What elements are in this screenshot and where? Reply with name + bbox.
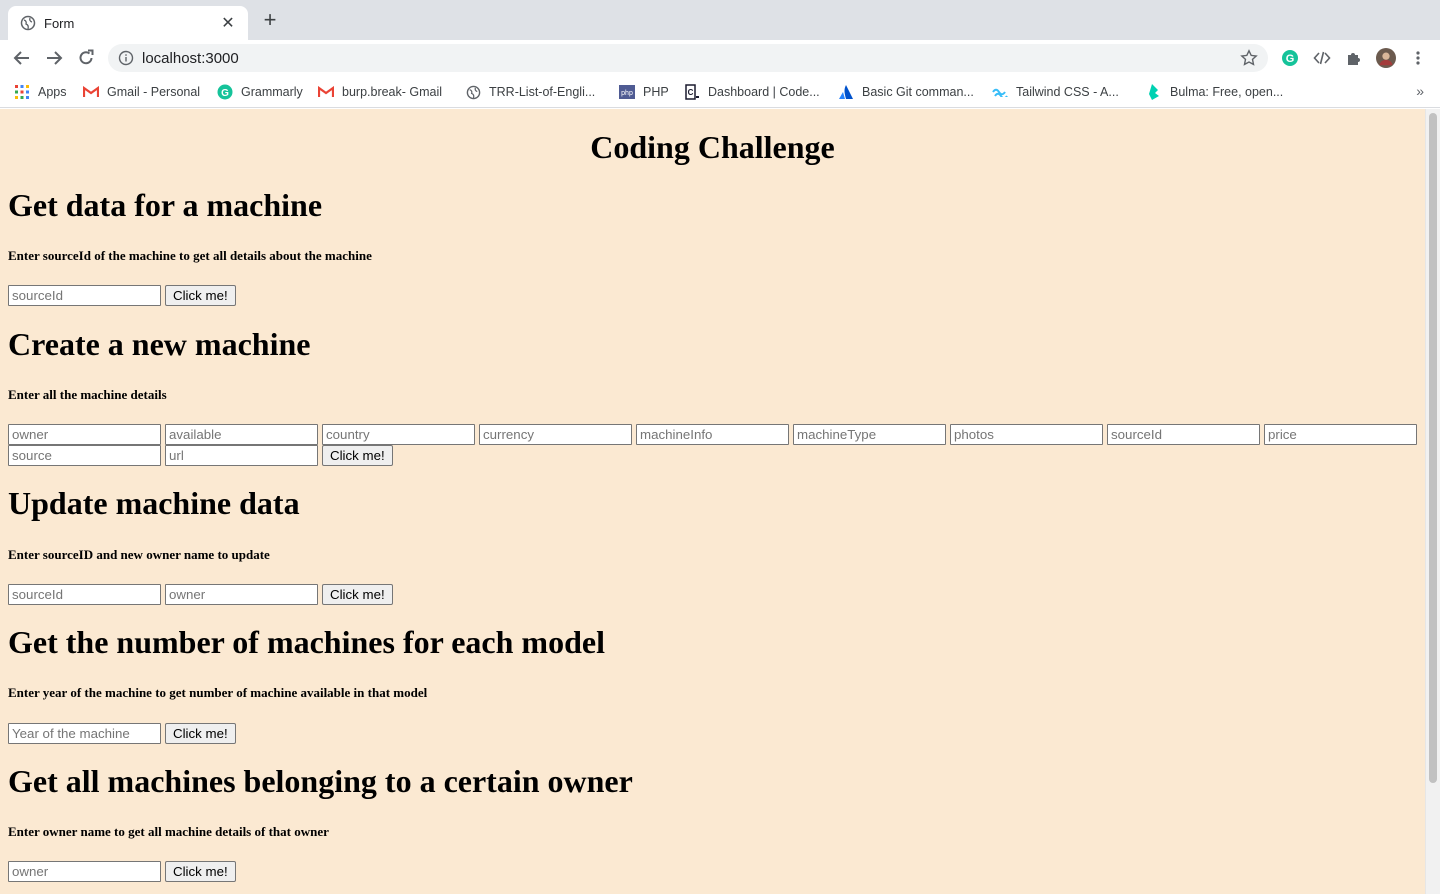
tab-title: Form <box>44 15 75 31</box>
currency-input[interactable] <box>479 424 632 445</box>
machinetype-input[interactable] <box>793 424 946 445</box>
gmail-icon <box>318 84 334 100</box>
machineinfo-input[interactable] <box>636 424 789 445</box>
get-machine-button[interactable]: Click me! <box>165 285 236 306</box>
browser-toolbar: localhost:3000 G <box>0 40 1440 76</box>
svg-text:php: php <box>621 90 633 97</box>
year-input[interactable] <box>8 723 161 744</box>
machines-by-owner-button[interactable]: Click me! <box>165 861 236 882</box>
gmail-icon <box>83 84 99 100</box>
update-machine-form: Click me! <box>8 584 393 605</box>
atlassian-icon <box>838 84 854 100</box>
apps-grid-icon <box>14 84 30 100</box>
bookmark-tailwind[interactable]: Tailwind CSS - A... <box>992 84 1119 100</box>
country-input[interactable] <box>322 424 475 445</box>
get-machine-form: Click me! <box>8 285 236 306</box>
svg-text:G: G <box>221 88 229 99</box>
browser-tab[interactable]: Form ✕ <box>8 6 248 40</box>
section-description-machines-per-model: Enter year of the machine to get number … <box>8 685 428 700</box>
price-input[interactable] <box>1264 424 1417 445</box>
available-input[interactable] <box>165 424 318 445</box>
bookmark-label: burp.break- Gmail <box>342 85 443 99</box>
section-heading-machines-by-owner: Get all machines belonging to a certain … <box>8 763 633 799</box>
svg-text:C: C <box>688 88 694 97</box>
create-machine-form-row-2: Click me! <box>8 445 393 466</box>
globe-icon <box>20 15 36 31</box>
url-input[interactable] <box>165 445 318 466</box>
php-icon: php <box>619 84 635 100</box>
owner-input[interactable] <box>8 424 161 445</box>
bookmark-bulma[interactable]: Bulma: Free, open... <box>1146 84 1283 100</box>
page-viewport: Coding Challenge Get data for a machine … <box>0 109 1425 894</box>
machines-per-model-button[interactable]: Click me! <box>165 723 236 744</box>
back-icon[interactable] <box>12 48 32 68</box>
browser-menu-icon[interactable] <box>1408 48 1428 68</box>
bookmark-burp-break-gmail[interactable]: burp.break- Gmail <box>318 84 442 100</box>
code-icon: C <box>684 84 700 100</box>
machines-per-model-form: Click me! <box>8 723 236 744</box>
bookmark-dashboard-code[interactable]: C Dashboard | Code... <box>684 84 820 100</box>
forward-icon[interactable] <box>44 48 64 68</box>
bookmark-gmail-personal[interactable]: Gmail - Personal <box>83 84 200 100</box>
bookmark-grammarly[interactable]: G Grammarly <box>217 84 303 100</box>
bookmark-php[interactable]: php PHP <box>619 84 669 100</box>
bookmark-label: Apps <box>38 85 67 99</box>
bookmark-apps[interactable]: Apps <box>14 84 67 100</box>
create-machine-form-row-1 <box>8 424 1417 445</box>
section-heading-get-machine: Get data for a machine <box>8 187 323 223</box>
create-machine-button[interactable]: Click me! <box>322 445 393 466</box>
bookmarks-overflow-icon[interactable]: » <box>1416 83 1424 99</box>
bookmark-trr-list[interactable]: TRR-List-of-Engli... <box>465 84 595 100</box>
tab-strip: Form ✕ + <box>0 0 1440 40</box>
extensions-puzzle-icon[interactable] <box>1344 48 1364 68</box>
reload-icon[interactable] <box>76 48 96 68</box>
bookmark-label: PHP <box>643 85 669 99</box>
profile-avatar[interactable] <box>1376 48 1396 68</box>
section-heading-create-machine: Create a new machine <box>8 326 311 362</box>
source-input[interactable] <box>8 445 161 466</box>
section-heading-update-machine: Update machine data <box>8 485 300 521</box>
bookmark-label: Dashboard | Code... <box>708 85 820 99</box>
owner-input[interactable] <box>165 584 318 605</box>
page-scrollbar[interactable] <box>1425 109 1440 894</box>
photos-input[interactable] <box>950 424 1103 445</box>
bookmark-label: Grammarly <box>241 85 303 99</box>
tailwind-icon <box>992 84 1008 100</box>
grammarly-extension-icon[interactable]: G <box>1280 48 1300 68</box>
bookmarks-bar: Apps Gmail - Personal G Grammarly burp.b… <box>0 76 1440 108</box>
update-machine-button[interactable]: Click me! <box>322 584 393 605</box>
bookmark-label: TRR-List-of-Engli... <box>489 85 596 99</box>
bulma-icon <box>1146 84 1162 100</box>
section-description-create-machine: Enter all the machine details <box>8 387 167 402</box>
svg-text:G: G <box>1286 53 1295 65</box>
bookmark-star-icon[interactable] <box>1240 49 1258 67</box>
bookmark-label: Tailwind CSS - A... <box>1016 85 1119 99</box>
bookmark-label: Gmail - Personal <box>107 85 201 99</box>
section-heading-machines-per-model: Get the number of machines for each mode… <box>8 624 605 660</box>
grammarly-icon: G <box>217 84 233 100</box>
bookmark-label: Bulma: Free, open... <box>1170 85 1284 99</box>
new-tab-button[interactable]: + <box>260 9 280 31</box>
sourceid-input[interactable] <box>8 584 161 605</box>
sourceid-input[interactable] <box>1107 424 1260 445</box>
bookmark-basic-git[interactable]: Basic Git comman... <box>838 84 974 100</box>
owner-input[interactable] <box>8 861 161 882</box>
bookmark-label: Basic Git comman... <box>862 85 974 99</box>
code-extension-icon[interactable] <box>1312 48 1332 68</box>
section-description-get-machine: Enter sourceId of the machine to get all… <box>8 248 372 263</box>
address-bar[interactable]: localhost:3000 <box>108 44 1268 72</box>
globe-icon <box>465 84 481 100</box>
address-url: localhost:3000 <box>142 49 239 67</box>
page-title: Coding Challenge <box>590 129 835 165</box>
machines-by-owner-form: Click me! <box>8 861 236 882</box>
close-tab-icon[interactable]: ✕ <box>220 13 236 33</box>
sourceid-input[interactable] <box>8 285 161 306</box>
info-icon[interactable] <box>118 50 134 66</box>
scrollbar-thumb[interactable] <box>1429 113 1437 783</box>
section-description-machines-by-owner: Enter owner name to get all machine deta… <box>8 824 329 839</box>
section-description-update-machine: Enter sourceID and new owner name to upd… <box>8 547 270 562</box>
